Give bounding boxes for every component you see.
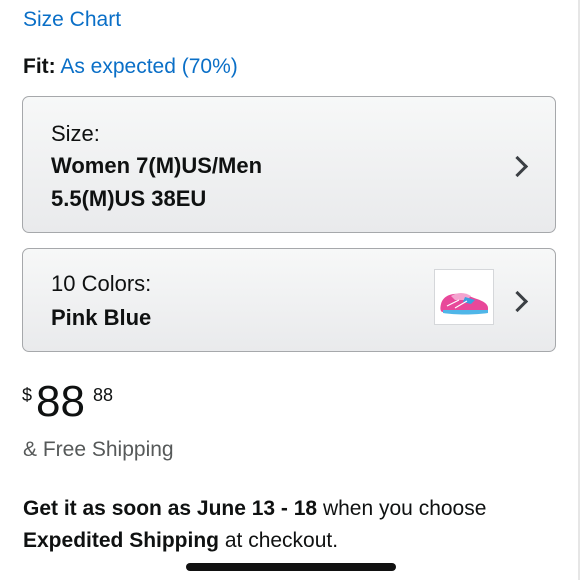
sneaker-thumbnail-icon xyxy=(434,269,494,325)
fit-label: Fit: xyxy=(23,55,56,78)
fit-value-link[interactable]: As expected (70%) xyxy=(60,55,237,78)
chevron-right-icon xyxy=(506,155,529,178)
home-indicator[interactable] xyxy=(186,563,396,571)
delivery-middle: when you choose xyxy=(317,497,487,520)
size-value-line1: Women 7(M)US/Men xyxy=(51,153,263,178)
size-label: Size: xyxy=(51,121,100,146)
size-value-line2: 5.5(M)US 38EU xyxy=(51,186,207,211)
shipping-info: & Free Shipping xyxy=(23,438,174,461)
delivery-date: Get it as soon as June 13 - 18 xyxy=(23,497,318,520)
delivery-method: Expedited Shipping xyxy=(23,529,220,552)
delivery-info: Get it as soon as June 13 - 18 when you … xyxy=(23,493,543,557)
color-value: Pink Blue xyxy=(51,305,152,330)
color-label: 10 Colors: xyxy=(51,271,152,296)
price-whole: 88 xyxy=(36,377,85,426)
chevron-right-icon xyxy=(506,290,529,313)
price-fraction: 88 xyxy=(93,385,114,405)
size-chart-link[interactable]: Size Chart xyxy=(23,8,121,32)
price-currency: $ xyxy=(22,385,33,405)
size-selector[interactable]: Size: Women 7(M)US/Men 5.5(M)US 38EU xyxy=(22,96,556,233)
delivery-suffix: at checkout. xyxy=(219,529,339,552)
fit-row: Fit: As expected (70%) xyxy=(23,55,238,79)
color-selector[interactable]: 10 Colors: Pink Blue xyxy=(22,248,556,352)
